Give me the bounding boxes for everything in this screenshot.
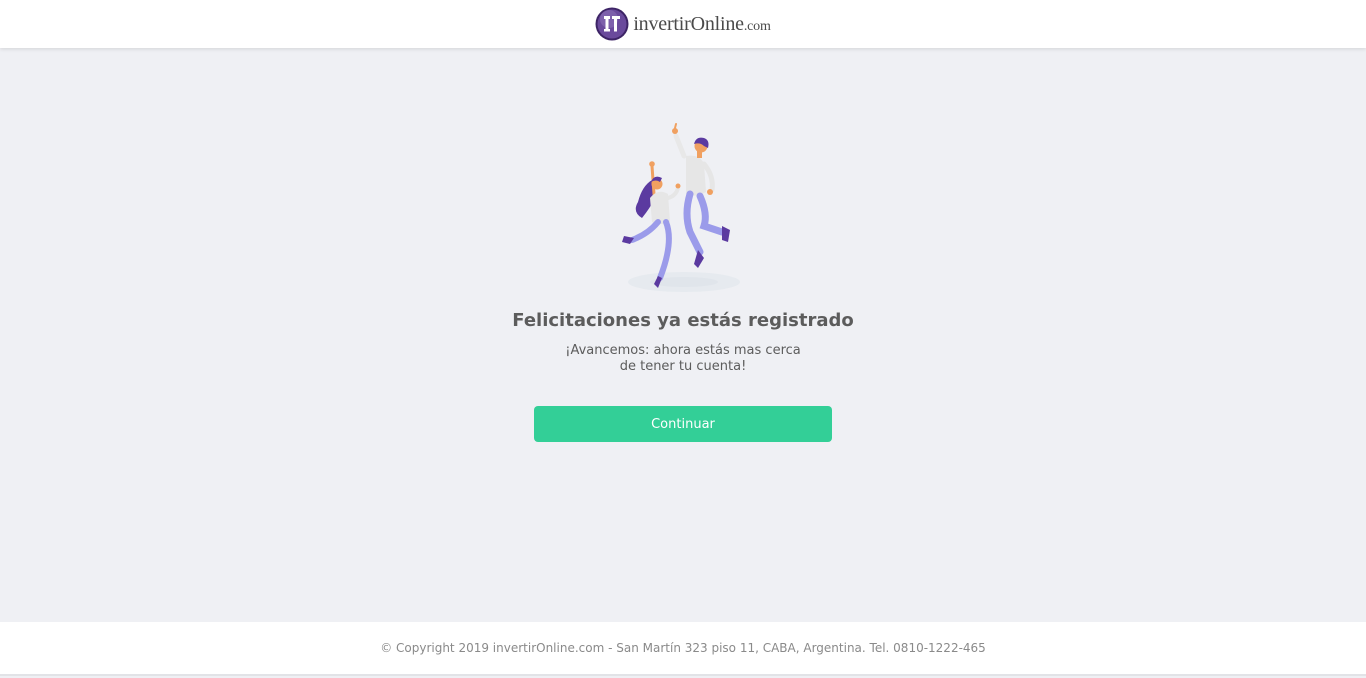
copyright-text: © Copyright 2019 invertirOnline.com - Sa… xyxy=(380,641,986,655)
logo-icon xyxy=(595,7,629,41)
logo-name: invertirOnline xyxy=(633,12,744,35)
success-title: Felicitaciones ya estás registrado xyxy=(512,310,854,331)
celebration-illustration xyxy=(622,123,740,292)
success-subtitle: ¡Avancemos: ahora estás mas cerca de ten… xyxy=(565,343,801,374)
main-content: Felicitaciones ya estás registrado ¡Avan… xyxy=(0,48,1366,622)
logo-suffix: .com xyxy=(743,18,771,34)
brand-logo[interactable]: invertirOnline.com xyxy=(595,7,771,41)
logo-wordmark: invertirOnline.com xyxy=(633,12,771,36)
page-footer: © Copyright 2019 invertirOnline.com - Sa… xyxy=(0,622,1366,676)
continue-button[interactable]: Continuar xyxy=(534,406,832,442)
page-header: invertirOnline.com xyxy=(0,0,1366,48)
